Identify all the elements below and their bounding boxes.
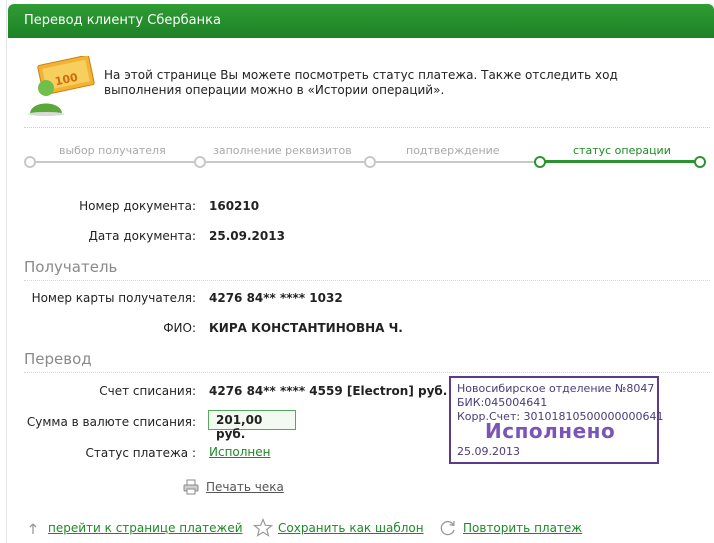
step-dot — [534, 156, 546, 168]
document-number-label: Номер документа: — [79, 199, 196, 213]
repeat-icon — [440, 520, 455, 536]
title-bar: Перевод клиенту Сбербанка — [8, 4, 714, 38]
stamp-bik: БИК:045004641 — [457, 396, 548, 409]
progress-track — [30, 161, 538, 163]
save-template-label: Сохранить как шаблон — [278, 521, 424, 535]
print-receipt-label: Печать чека — [206, 480, 284, 494]
step-dot — [194, 156, 206, 168]
step-confirmation: подтверждение — [406, 144, 500, 157]
step-dot — [24, 156, 36, 168]
payment-status-link[interactable]: Исполнен — [209, 445, 271, 459]
step-operation-status: статус операции — [573, 144, 671, 157]
star-icon — [253, 518, 273, 537]
payment-status-label: Статус платежа : — [85, 446, 197, 460]
amount-value: 201,00 руб. — [208, 410, 296, 441]
page-title: Перевод клиенту Сбербанка — [24, 13, 221, 28]
progress-steps: выбор получателя заполнение реквизитов п… — [24, 140, 710, 170]
document-number-value: 160210 — [209, 199, 260, 213]
document-date-label: Дата документа: — [88, 229, 196, 243]
money-transfer-icon: 100 — [28, 56, 95, 116]
document-date-value: 25.09.2013 — [209, 229, 285, 243]
stamp-status: Исполнено — [485, 419, 616, 443]
divider — [24, 127, 710, 128]
printer-icon — [183, 479, 199, 495]
step-fill-details: заполнение реквизитов — [213, 144, 352, 157]
bank-stamp: Новосибирское отделение №8047 БИК:045004… — [449, 376, 664, 464]
intro-text: На этой странице Вы можете посмотреть ст… — [104, 68, 618, 97]
stamp-branch: Новосибирское отделение №8047 — [457, 382, 655, 395]
recipient-card-value: 4276 84** **** 1032 — [209, 291, 343, 305]
back-to-payments-label: перейти к странице платежей — [48, 521, 243, 535]
progress-track-active — [538, 160, 700, 163]
step-dot — [364, 156, 376, 168]
recipient-name-value: КИРА КОНСТАНТИНОВНА Ч. — [209, 321, 403, 335]
section-divider — [24, 280, 710, 281]
section-divider — [24, 372, 710, 373]
back-arrow-icon — [29, 523, 37, 534]
step-dot — [694, 156, 706, 168]
transfer-section-title: Перевод — [24, 350, 92, 368]
recipient-section-title: Получатель — [24, 258, 118, 276]
amount-label: Сумма в валюте списания: — [26, 415, 196, 429]
recipient-card-label: Номер карты получателя: — [31, 291, 196, 305]
step-select-recipient: выбор получателя — [59, 144, 166, 157]
debit-account-value: 4276 84** **** 4559 [Electron] руб. — [209, 384, 448, 398]
debit-account-label: Счет списания: — [99, 384, 196, 398]
stamp-date: 25.09.2013 — [457, 445, 520, 458]
repeat-payment-label: Повторить платеж — [463, 521, 583, 535]
recipient-name-label: ФИО: — [163, 321, 196, 335]
